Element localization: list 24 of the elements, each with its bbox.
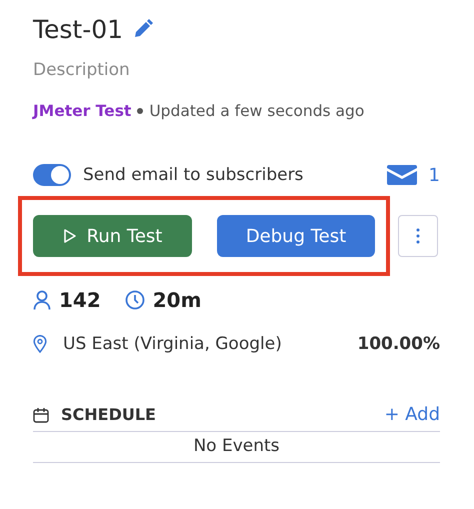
add-link[interactable]: + Add xyxy=(384,404,440,425)
test-type: JMeter Test xyxy=(33,102,132,120)
location-pin-icon xyxy=(33,335,47,353)
user-icon xyxy=(33,290,51,310)
debug-test-button[interactable]: Debug Test xyxy=(217,215,375,257)
more-icon xyxy=(416,228,420,244)
email-toggle[interactable] xyxy=(33,164,71,186)
updated-text: Updated a few seconds ago xyxy=(149,102,364,120)
calendar-icon xyxy=(33,406,49,422)
location-name: US East (Virginia, Google) xyxy=(63,334,282,354)
subscriber-count[interactable]: 1 xyxy=(428,164,440,186)
test-title: Test-01 xyxy=(33,14,124,44)
edit-icon[interactable] xyxy=(133,19,154,39)
clock-icon xyxy=(124,290,145,310)
run-test-button[interactable]: Run Test xyxy=(33,215,192,257)
user-count: 142 xyxy=(59,288,101,312)
bullet-icon xyxy=(137,108,144,114)
location-share: 100.00% xyxy=(357,334,440,354)
schedule-heading: SCHEDULE xyxy=(61,405,156,424)
duration: 20m xyxy=(152,288,202,312)
play-icon xyxy=(62,228,77,244)
envelope-icon xyxy=(386,165,417,185)
toggle-label: Send email to subscribers xyxy=(83,165,304,185)
empty-message: No Events xyxy=(33,432,440,463)
